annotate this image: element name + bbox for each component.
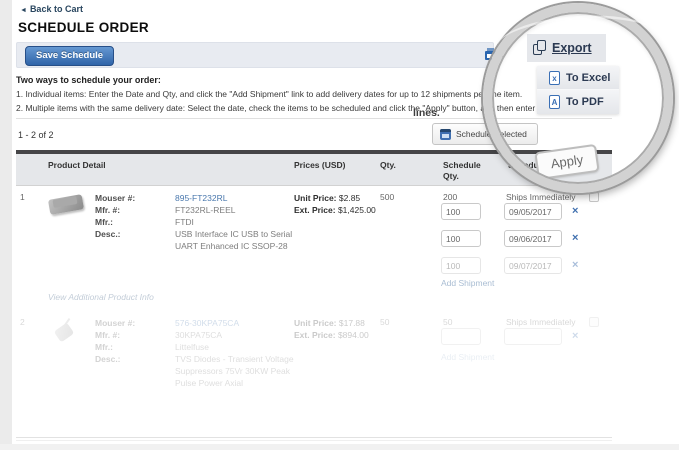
table-bottom-divider	[16, 437, 612, 438]
magnifier-white-fill	[503, 44, 527, 66]
desc-value-line3: Pulse Power Axial	[175, 377, 243, 389]
row-number: 2	[20, 317, 25, 327]
delete-shipment-icon[interactable]: ×	[572, 331, 582, 341]
desc-value-line2: Suppressors 75Vr 30KW Peak	[175, 365, 290, 377]
ext-price: Ext. Price: $894.00	[294, 329, 369, 341]
shipment-qty-input[interactable]	[441, 328, 481, 345]
row-select-checkbox[interactable]	[589, 317, 599, 327]
excel-file-icon: x	[549, 71, 560, 85]
calendar-icon	[440, 129, 451, 140]
mfr-value: Littelfuse	[175, 341, 209, 353]
add-shipment-link[interactable]: Add Shipment	[441, 352, 494, 362]
unit-price: Unit Price: $17.88	[294, 317, 365, 329]
product-image-diode	[52, 318, 82, 346]
mouser-part-link[interactable]: 576-30KPA75CA	[175, 317, 239, 329]
table-bottom-divider	[16, 440, 612, 441]
schedule-selected-button[interactable]: Schedule Selected	[432, 123, 538, 145]
mfr-part-value: 30KPA75CA	[175, 329, 222, 341]
menu-item-to-pdf[interactable]: A To PDF	[537, 90, 619, 114]
schedule-selected-label: Schedule Selected	[456, 129, 527, 139]
pdf-file-icon: A	[549, 95, 560, 109]
export-label: Export	[552, 41, 592, 55]
menu-item-to-excel[interactable]: x To Excel	[537, 66, 619, 90]
desc-label: Desc.:	[95, 353, 121, 365]
mouser-number-label: Mouser #:	[95, 317, 135, 329]
order-qty: 50	[380, 317, 389, 327]
schedule-qty-total: 50	[443, 317, 452, 327]
mfr-label: Mfr.:	[95, 341, 113, 353]
desc-value-line1: TVS Diodes - Transient Voltage	[175, 353, 294, 365]
ships-immediately-label: Ships Immediately	[506, 317, 575, 327]
export-pages-icon	[533, 40, 547, 56]
export-dropdown-menu: x To Excel A To PDF	[537, 66, 619, 114]
shipment-date-input[interactable]	[504, 328, 562, 345]
mfr-number-label: Mfr. #:	[95, 329, 120, 341]
export-button[interactable]: Export	[527, 34, 606, 62]
magnified-text-fragment: lines.	[413, 107, 440, 119]
